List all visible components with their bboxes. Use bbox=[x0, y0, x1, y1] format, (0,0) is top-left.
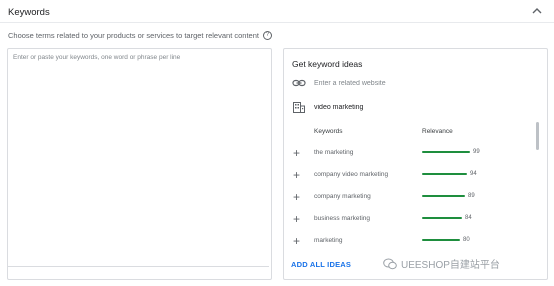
wechat-icon bbox=[383, 258, 397, 269]
keywords-textarea-container bbox=[7, 48, 272, 280]
keyword-idea-text: company marketing bbox=[314, 193, 371, 200]
add-keyword-icon[interactable]: + bbox=[293, 191, 300, 203]
relevance-bar bbox=[422, 195, 465, 197]
keyword-idea-row: + company video marketing 94 bbox=[284, 166, 534, 186]
add-keyword-icon[interactable]: + bbox=[293, 235, 300, 247]
section-divider bbox=[0, 22, 554, 23]
keywords-textarea[interactable] bbox=[8, 49, 271, 279]
textarea-underline bbox=[7, 266, 269, 267]
relevance-bar bbox=[422, 239, 460, 241]
add-keyword-icon[interactable]: + bbox=[293, 169, 300, 181]
help-circle-icon[interactable]: ? bbox=[262, 31, 272, 40]
relevance-score: 94 bbox=[470, 171, 477, 177]
product-service-row bbox=[292, 101, 514, 113]
column-header-keywords: Keywords bbox=[314, 128, 343, 135]
keyword-idea-row: + marketing 80 bbox=[284, 232, 534, 252]
watermark: UEESHOP自建站平台 bbox=[383, 256, 500, 271]
ideas-title: Get keyword ideas bbox=[292, 59, 363, 69]
section-title: Keywords bbox=[8, 7, 50, 18]
keyword-ideas-panel: Get keyword ideas Keywords Releva bbox=[283, 48, 548, 280]
keyword-idea-row: + business marketing 84 bbox=[284, 210, 534, 230]
scrollbar-thumb[interactable] bbox=[536, 122, 539, 150]
add-all-ideas-button[interactable]: ADD ALL IDEAS bbox=[291, 260, 351, 269]
keyword-idea-text: marketing bbox=[314, 237, 343, 244]
add-keyword-icon[interactable]: + bbox=[293, 213, 300, 225]
building-icon bbox=[292, 101, 306, 113]
keyword-idea-text: business marketing bbox=[314, 215, 370, 222]
relevance-bar bbox=[422, 217, 462, 219]
relevance-score: 84 bbox=[465, 215, 472, 221]
keyword-idea-row: + company marketing 89 bbox=[284, 188, 534, 208]
relevance-bar bbox=[422, 151, 470, 153]
section-subtitle: Choose terms related to your products or… bbox=[8, 31, 272, 40]
watermark-text: UEESHOP自建站平台 bbox=[401, 260, 500, 271]
add-keyword-icon[interactable]: + bbox=[293, 147, 300, 159]
column-header-relevance: Relevance bbox=[422, 128, 453, 135]
keyword-idea-row: + the marketing 99 bbox=[284, 144, 534, 164]
link-icon bbox=[292, 77, 306, 89]
relevance-score: 89 bbox=[468, 193, 475, 199]
relevance-bar bbox=[422, 173, 467, 175]
related-website-input[interactable] bbox=[314, 79, 514, 87]
relevance-score: 80 bbox=[463, 237, 470, 243]
relevance-score: 99 bbox=[473, 149, 480, 155]
product-service-input[interactable] bbox=[314, 103, 514, 111]
related-website-row bbox=[292, 77, 514, 89]
chevron-up-icon[interactable] bbox=[531, 6, 543, 16]
keyword-idea-text: company video marketing bbox=[314, 171, 389, 178]
subtitle-text: Choose terms related to your products or… bbox=[8, 31, 259, 40]
keyword-idea-text: the marketing bbox=[314, 149, 354, 156]
